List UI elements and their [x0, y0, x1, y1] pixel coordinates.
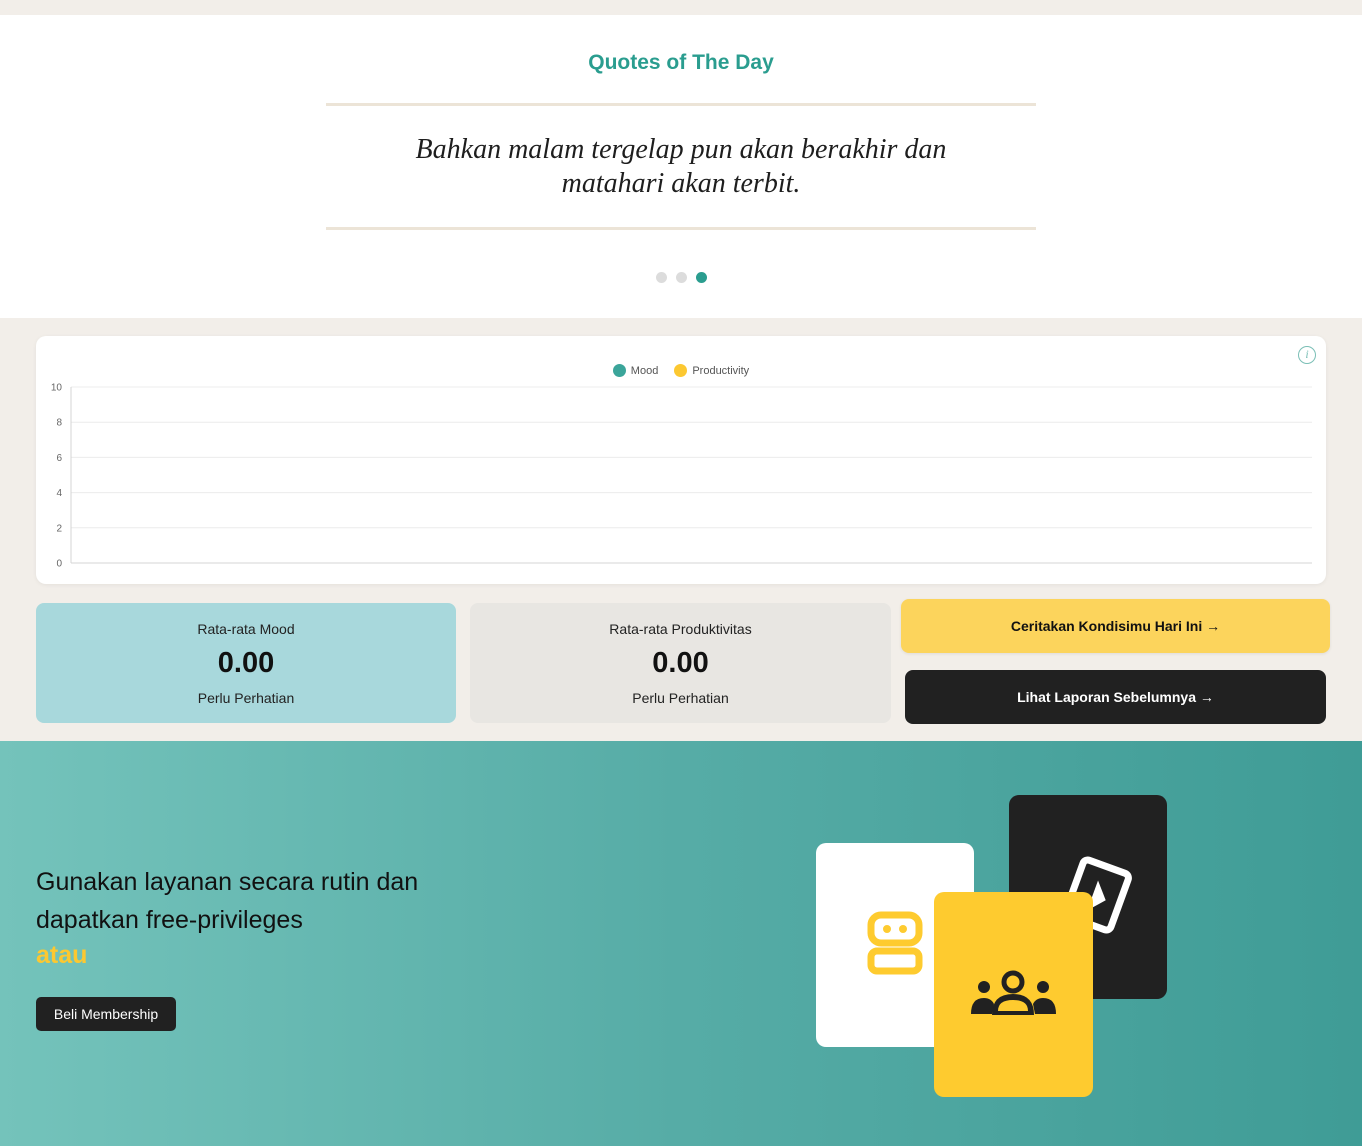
y-tick-label: 4: [56, 488, 62, 499]
chart-card: 0 2 4 6 8 10 Mood Productivity i: [36, 336, 1326, 584]
mood-average-value: 0.00: [217, 647, 275, 679]
info-icon[interactable]: i: [1298, 346, 1316, 364]
promo-atau: atau: [36, 941, 88, 969]
y-tick-label: 2: [56, 523, 62, 534]
productivity-average-value: 0.00: [652, 647, 709, 679]
quote-text: Bahkan malam tergelap pun akan berakhir …: [326, 133, 1036, 201]
carousel-dot-3[interactable]: [695, 272, 707, 283]
legend-label-mood: Mood: [630, 364, 659, 377]
buy-membership-button[interactable]: Beli Membership: [36, 997, 176, 1031]
productivity-average-label: Rata-rata Produktivitas: [609, 621, 752, 637]
membership-promo: Gunakan layanan secara rutin dan dapatka…: [0, 741, 1362, 1146]
quote-title: Quotes of The Day: [588, 51, 774, 74]
quote-line-1: Bahkan malam tergelap pun akan berakhir …: [415, 134, 947, 165]
y-tick-label: 8: [56, 418, 62, 429]
quote-line-2: matahari akan terbit.: [561, 168, 801, 199]
chart-legend: Mood Productivity: [36, 364, 1326, 377]
legend-swatch-mood: [612, 364, 626, 377]
top-strip: [0, 0, 1362, 15]
tell-condition-button[interactable]: Ceritakan Kondisimu Hari Ini →: [901, 599, 1330, 653]
promo-line-2: dapatkan free-privileges: [36, 906, 303, 934]
y-tick-label: 10: [51, 383, 63, 394]
y-tick-label: 0: [56, 559, 62, 570]
carousel-dot-1[interactable]: [655, 272, 667, 283]
promo-text: Gunakan layanan secara rutin dan dapatka…: [36, 863, 496, 939]
productivity-average-card: Rata-rata Produktivitas 0.00 Perlu Perha…: [470, 603, 891, 723]
quote-divider-bottom: [326, 227, 1036, 230]
y-tick-label: 6: [56, 453, 62, 464]
legend-swatch-productivity: [674, 364, 688, 377]
carousel-dots: [0, 272, 1362, 283]
mood-average-status: Perlu Perhatian: [197, 690, 295, 706]
quote-section: Quotes of The Day Bahkan malam tergelap …: [0, 15, 1362, 318]
mood-average-label: Rata-rata Mood: [197, 621, 295, 637]
promo-line-1: Gunakan layanan secara rutin dan: [36, 868, 419, 896]
legend-item-mood[interactable]: Mood: [612, 364, 659, 377]
view-reports-button[interactable]: Lihat Laporan Sebelumnya →: [905, 670, 1326, 724]
mood-average-card: Rata-rata Mood 0.00 Perlu Perhatian: [36, 603, 456, 723]
legend-item-productivity[interactable]: Productivity: [674, 364, 749, 377]
promo-card-yellow: [934, 892, 1093, 1097]
group-icon: [971, 970, 1056, 1015]
carousel-dot-2[interactable]: [675, 272, 687, 283]
legend-label-productivity: Productivity: [692, 364, 750, 377]
quote-divider-top: [326, 103, 1036, 106]
productivity-average-status: Perlu Perhatian: [632, 690, 729, 706]
